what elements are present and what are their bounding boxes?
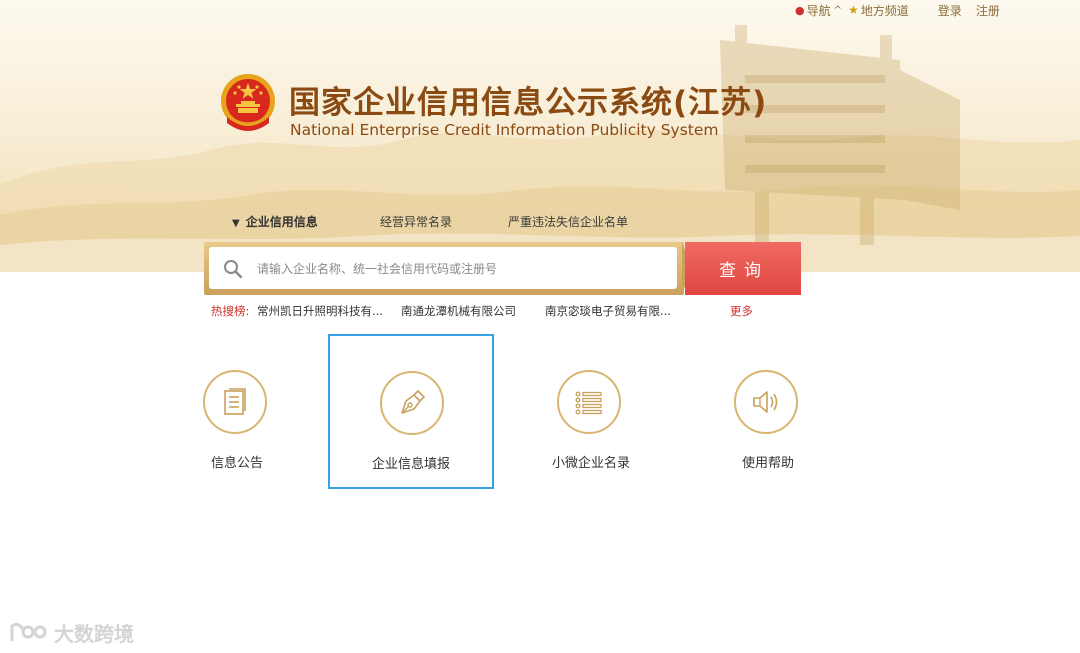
- feature-icon-circle: [557, 370, 621, 434]
- feature-label: 信息公告: [210, 456, 263, 471]
- local-channel-link[interactable]: 地方频道: [861, 2, 909, 19]
- site-title-chinese: 国家企业信用信息公示系统(江苏): [289, 85, 768, 121]
- location-pin-icon: ●: [795, 3, 805, 17]
- more-link[interactable]: 更多: [730, 303, 753, 319]
- document-icon: [224, 388, 246, 415]
- search-field-inner: [209, 247, 677, 291]
- tab-label: 经营异常名录: [380, 215, 453, 229]
- hot-search-label: 热搜榜:: [211, 304, 250, 318]
- feature-usage-help[interactable]: 使用帮助: [685, 334, 851, 489]
- feature-label: 小微企业名录: [551, 456, 630, 471]
- feature-micro-enterprise-list[interactable]: 小微企业名录: [508, 334, 674, 489]
- tab-enterprise-credit-info[interactable]: ▼ 企业信用信息: [232, 213, 318, 230]
- tab-serious-violation-list[interactable]: 严重违法失信企业名单: [508, 213, 628, 230]
- star-icon: ★: [848, 3, 859, 17]
- login-link[interactable]: 登录: [938, 2, 962, 19]
- navigation-link[interactable]: 导航: [807, 2, 831, 19]
- hot-search-item[interactable]: 南京宓琰电子贸易有限...: [545, 303, 671, 319]
- feature-label: 企业信息填报: [371, 457, 450, 472]
- pen-nib-icon: [401, 390, 425, 414]
- triangle-down-icon: ▼: [232, 218, 240, 229]
- feature-info-announcement[interactable]: 信息公告: [154, 334, 320, 489]
- tab-abnormal-operation-list[interactable]: 经营异常名录: [380, 213, 452, 230]
- search-field-frame: [204, 242, 684, 295]
- site-title-english: National Enterprise Credit Information P…: [290, 121, 719, 139]
- tab-label: 企业信用信息: [245, 215, 318, 229]
- national-emblem-icon: [221, 74, 275, 131]
- top-utility-nav: ● 导航 ^ ★ 地方频道 登录 注册: [795, 2, 1000, 18]
- feature-icon-circle: [380, 371, 444, 435]
- chevron-up-icon[interactable]: ^: [834, 5, 842, 16]
- hot-search-item[interactable]: 常州凯日升照明科技有...: [257, 303, 383, 319]
- header-banner: ● 导航 ^ ★ 地方频道 登录 注册 国家企业信用信息公示系统(江苏) Nat…: [0, 0, 1080, 272]
- watermark-logo-icon: [10, 622, 47, 642]
- feature-icon-circle: [203, 370, 267, 434]
- search-bar: 查询: [204, 242, 801, 295]
- feature-enterprise-info-report[interactable]: 企业信息填报: [328, 334, 494, 489]
- tab-label: 严重违法失信企业名单: [508, 215, 629, 229]
- hot-search-item[interactable]: 南通龙潭机械有限公司: [401, 303, 516, 319]
- feature-label: 使用帮助: [741, 456, 794, 471]
- search-button[interactable]: 查询: [685, 242, 801, 295]
- watermark: 大数跨境: [8, 618, 134, 646]
- search-icon: [224, 260, 243, 279]
- watermark-text: 大数跨境: [54, 621, 134, 646]
- speaker-icon: [753, 391, 778, 413]
- list-icon: [575, 391, 602, 415]
- hot-search-list: 热搜榜: 常州凯日升照明科技有... 南通龙潭机械有限公司 南京宓琰电子贸易有限…: [211, 303, 771, 319]
- register-link[interactable]: 注册: [976, 2, 1000, 19]
- search-input[interactable]: [255, 247, 669, 291]
- feature-icon-circle: [734, 370, 798, 434]
